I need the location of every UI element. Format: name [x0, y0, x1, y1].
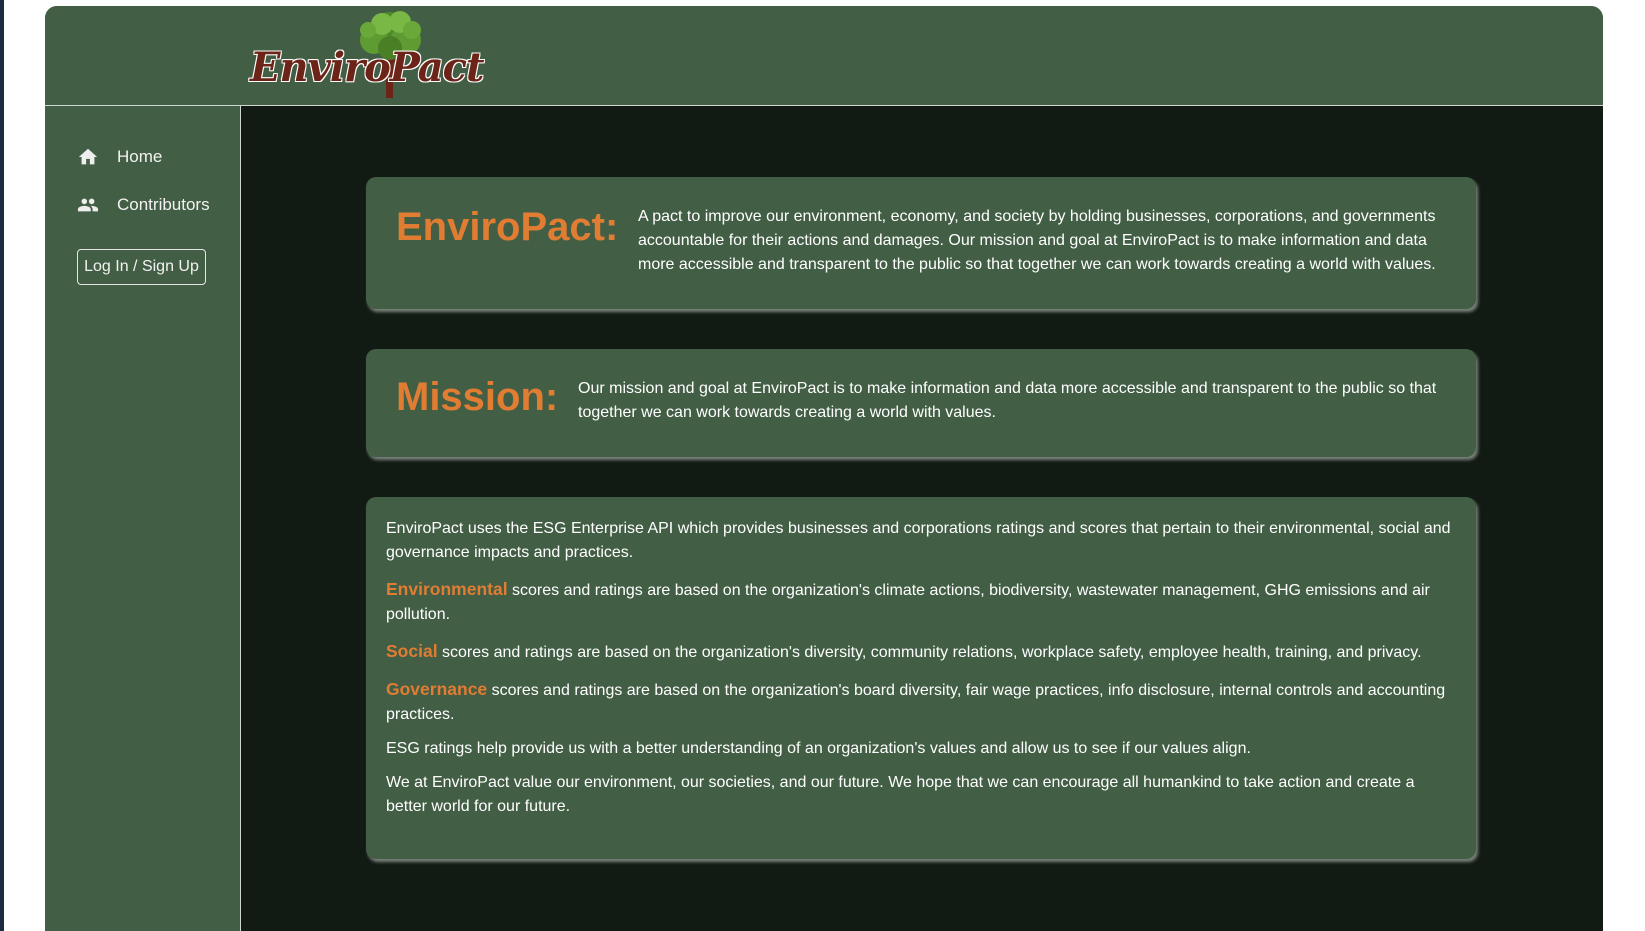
esg-info-card: EnviroPact uses the ESG Enterprise API w…: [366, 497, 1476, 859]
mission-card: Mission: Our mission and goal at EnviroP…: [366, 349, 1476, 457]
mission-text: Our mission and goal at EnviroPact is to…: [578, 380, 1437, 421]
governance-label: Governance: [386, 679, 488, 699]
governance-text: scores and ratings are based on the orga…: [386, 682, 1446, 723]
esg-intro: EnviroPact uses the ESG Enterprise API w…: [386, 520, 1451, 561]
header: EnviroPact: [45, 6, 1603, 106]
social-paragraph: Social scores and ratings are based on t…: [386, 639, 1456, 665]
closing-paragraph: We at EnviroPact value our environment, …: [386, 774, 1415, 815]
app-window: EnviroPact Home Contributors Log In / Si…: [45, 6, 1603, 931]
enviropact-logo[interactable]: EnviroPact: [250, 10, 485, 102]
social-text: scores and ratings are based on the orga…: [437, 644, 1422, 661]
about-card: EnviroPact: A pact to improve our enviro…: [366, 177, 1476, 309]
social-label: Social: [386, 641, 438, 661]
ratings-note: ESG ratings help provide us with a bette…: [386, 740, 1251, 757]
about-title: EnviroPact:: [396, 205, 619, 249]
environmental-text: scores and ratings are based on the orga…: [386, 582, 1430, 623]
sidebar-item-label: Home: [117, 147, 163, 166]
sidebar-item-label: Contributors: [117, 195, 210, 214]
main-content: EnviroPact: A pact to improve our enviro…: [241, 106, 1603, 931]
sidebar-item-contributors[interactable]: Contributors: [77, 194, 210, 216]
login-signup-button[interactable]: Log In / Sign Up: [77, 249, 206, 285]
about-text: A pact to improve our environment, econo…: [638, 208, 1436, 273]
sidebar-item-home[interactable]: Home: [77, 146, 162, 168]
environmental-paragraph: Environmental scores and ratings are bas…: [386, 577, 1456, 627]
sidebar: Home Contributors Log In / Sign Up: [45, 106, 241, 931]
logo-text: EnviroPact: [250, 44, 485, 91]
people-icon: [77, 194, 99, 216]
governance-paragraph: Governance scores and ratings are based …: [386, 677, 1456, 727]
environmental-label: Environmental: [386, 579, 508, 599]
mission-title: Mission:: [396, 375, 559, 419]
home-icon: [77, 146, 99, 168]
browser-edge: [0, 0, 4, 931]
